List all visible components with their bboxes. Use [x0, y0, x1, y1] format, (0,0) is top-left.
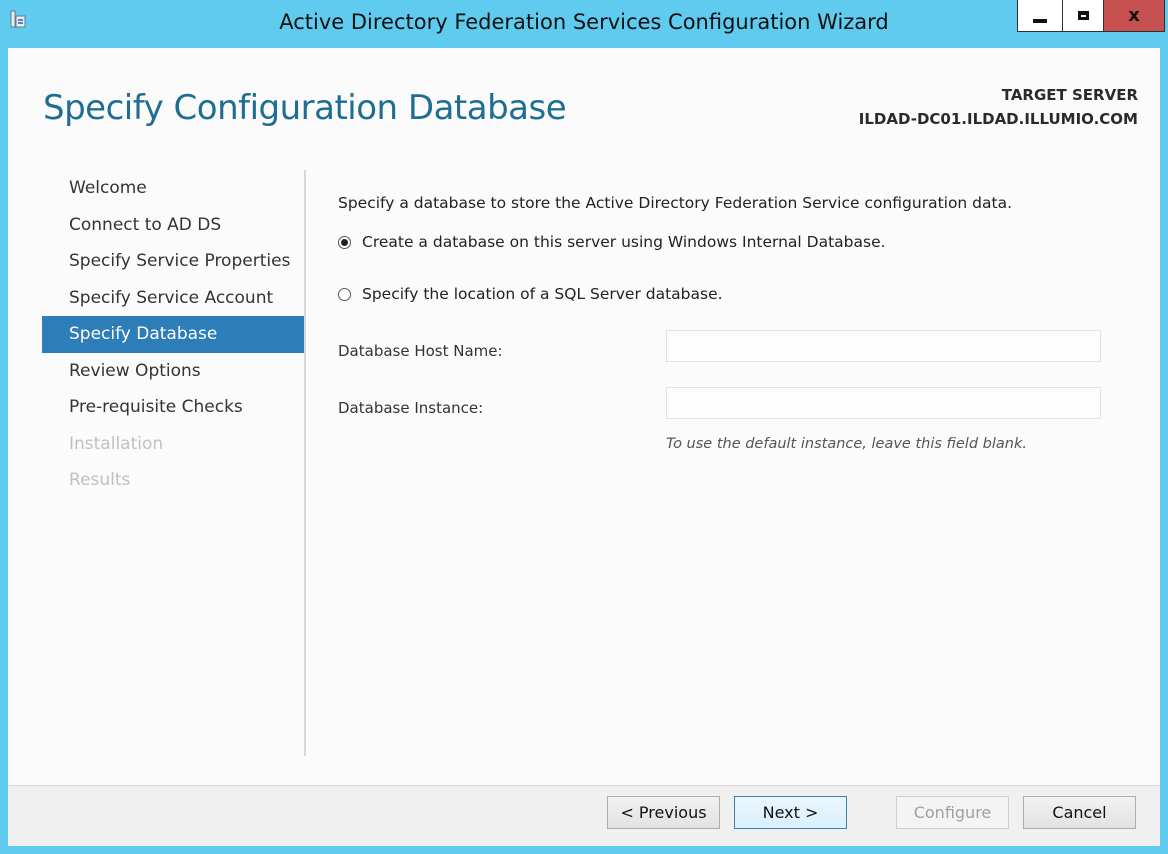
- title-bar[interactable]: Active Directory Federation Services Con…: [0, 0, 1168, 48]
- target-server-name: ILDAD-DC01.ILDAD.ILLUMIO.COM: [858, 110, 1138, 128]
- cancel-button[interactable]: Cancel: [1023, 796, 1136, 829]
- target-server-label: TARGET SERVER: [1001, 86, 1138, 104]
- option-sql-label[interactable]: Specify the location of a SQL Server dat…: [362, 285, 723, 303]
- wizard-client-area: Specify Configuration Database TARGET SE…: [8, 48, 1160, 846]
- description-text: Specify a database to store the Active D…: [338, 194, 1013, 212]
- close-button[interactable]: x: [1103, 0, 1165, 32]
- database-instance-label: Database Instance:: [338, 399, 484, 417]
- wizard-window: Active Directory Federation Services Con…: [0, 0, 1168, 854]
- nav-item-review-options[interactable]: Review Options: [42, 353, 304, 390]
- nav-item-installation: Installation: [69, 433, 164, 454]
- nav-divider: [304, 170, 306, 756]
- nav-item-welcome[interactable]: Welcome: [42, 170, 304, 207]
- database-host-name-input[interactable]: [666, 330, 1101, 362]
- option-sql-server-database[interactable]: Specify the location of a SQL Server dat…: [338, 285, 723, 303]
- wizard-footer: < Previous Next > Configure Cancel: [8, 785, 1160, 846]
- minimize-icon: [1033, 18, 1047, 23]
- page-title: Specify Configuration Database: [43, 88, 567, 128]
- maximize-button[interactable]: [1062, 0, 1104, 32]
- database-instance-hint: To use the default instance, leave this …: [666, 436, 1027, 452]
- nav-item-connect-ad-ds[interactable]: Connect to AD DS: [42, 207, 304, 244]
- radio-wid[interactable]: [338, 235, 351, 249]
- option-wid-label[interactable]: Create a database on this server using W…: [362, 233, 886, 251]
- nav-item-specify-database[interactable]: Specify Database: [42, 316, 304, 353]
- database-instance-input[interactable]: [666, 387, 1101, 419]
- minimize-button[interactable]: [1017, 0, 1063, 32]
- radio-selected-dot: [341, 238, 348, 246]
- previous-button[interactable]: < Previous: [607, 796, 720, 829]
- nav-item-prerequisite-checks[interactable]: Pre-requisite Checks: [42, 389, 304, 426]
- nav-item-service-account[interactable]: Specify Service Account: [42, 280, 304, 317]
- nav-item-service-properties[interactable]: Specify Service Properties: [42, 243, 304, 280]
- database-host-name-label: Database Host Name:: [338, 342, 503, 360]
- radio-sql[interactable]: [338, 287, 351, 301]
- close-icon: x: [1128, 5, 1140, 26]
- configure-button: Configure: [896, 796, 1009, 829]
- next-button[interactable]: Next >: [734, 796, 847, 829]
- wizard-nav: Welcome Connect to AD DS Specify Service…: [42, 170, 304, 499]
- maximize-icon: [1077, 11, 1089, 20]
- window-title: Active Directory Federation Services Con…: [279, 10, 889, 34]
- nav-item-results: Results: [69, 470, 131, 490]
- option-windows-internal-database[interactable]: Create a database on this server using W…: [338, 233, 886, 251]
